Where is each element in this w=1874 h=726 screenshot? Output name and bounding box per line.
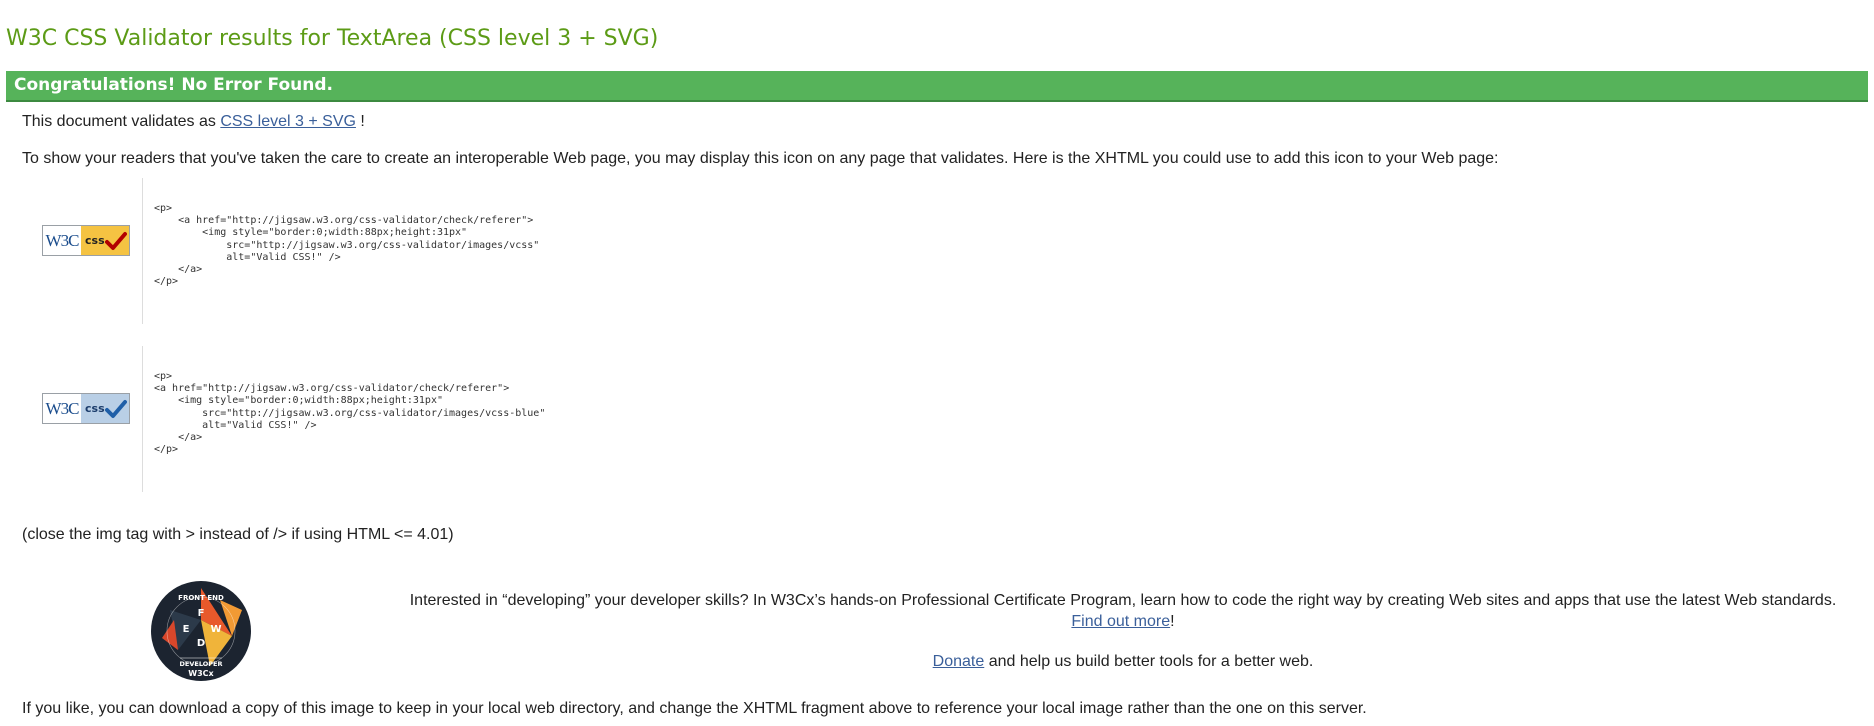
icon-snippet-blue: W3C css <p> <a href="http://jigsaw.w3.or… <box>22 346 722 492</box>
code-snippet-box: <p> <a href="http://jigsaw.w3.org/css-va… <box>142 178 702 324</box>
css-badge-text: css <box>85 234 105 247</box>
donate-link[interactable]: Donate <box>933 653 985 670</box>
success-banner: Congratulations! No Error Found. <box>6 71 1868 102</box>
find-out-more-link[interactable]: Find out more <box>1071 613 1170 630</box>
logo-letter: D <box>197 638 205 649</box>
css-badge-text: css <box>85 402 105 415</box>
logo-text-bottom: DEVELOPER <box>180 660 223 668</box>
w3c-logo-text: W3C <box>43 394 81 423</box>
validates-suffix: ! <box>355 113 365 130</box>
donate-suffix: and help us build better tools for a bet… <box>984 653 1314 670</box>
front-end-developer-logo[interactable]: FRONT END DEVELOPER F E W D W3Cx <box>150 580 252 682</box>
html401-note: (close the img tag with > instead of /> … <box>22 526 454 543</box>
css-badge-area: css <box>81 226 129 255</box>
logo-letter: W <box>210 624 221 635</box>
intro-text: To show your readers that you've taken t… <box>22 150 1499 167</box>
page-title: W3C CSS Validator results for TextArea (… <box>6 26 659 51</box>
logo-letter: E <box>183 624 190 635</box>
logo-letter: F <box>198 608 205 619</box>
logo-brand: W3Cx <box>188 669 214 678</box>
css-profile-link[interactable]: CSS level 3 + SVG <box>220 113 356 130</box>
checkmark-icon <box>105 232 127 250</box>
promo-link-line: Find out more! <box>398 611 1848 632</box>
checkmark-icon <box>105 400 127 418</box>
valid-css-badge-blue: W3C css <box>42 393 130 424</box>
logo-text-top: FRONT END <box>178 594 224 602</box>
xhtml-snippet-blue: <p> <a href="http://jigsaw.w3.org/css-va… <box>154 371 546 456</box>
promo-text-block: Interested in “developing” your develope… <box>398 590 1848 632</box>
download-note: If you like, you can download a copy of … <box>22 700 1367 717</box>
icon-snippet-gold: W3C css <p> <a href="http://jigsaw.w3.or… <box>22 178 722 324</box>
validates-prefix: This document validates as <box>22 113 221 130</box>
xhtml-snippet-gold: <p> <a href="http://jigsaw.w3.org/css-va… <box>154 203 540 288</box>
code-snippet-box: <p> <a href="http://jigsaw.w3.org/css-va… <box>142 346 702 492</box>
valid-css-badge-gold: W3C css <box>42 225 130 256</box>
promo-text: Interested in “developing” your develope… <box>409 592 1837 609</box>
donate-line: Donate and help us build better tools fo… <box>398 653 1848 671</box>
promo-link-suffix: ! <box>1170 613 1175 630</box>
css-badge-area: css <box>81 394 129 423</box>
w3c-logo-text: W3C <box>43 226 81 255</box>
validates-line: This document validates as CSS level 3 +… <box>22 113 365 131</box>
